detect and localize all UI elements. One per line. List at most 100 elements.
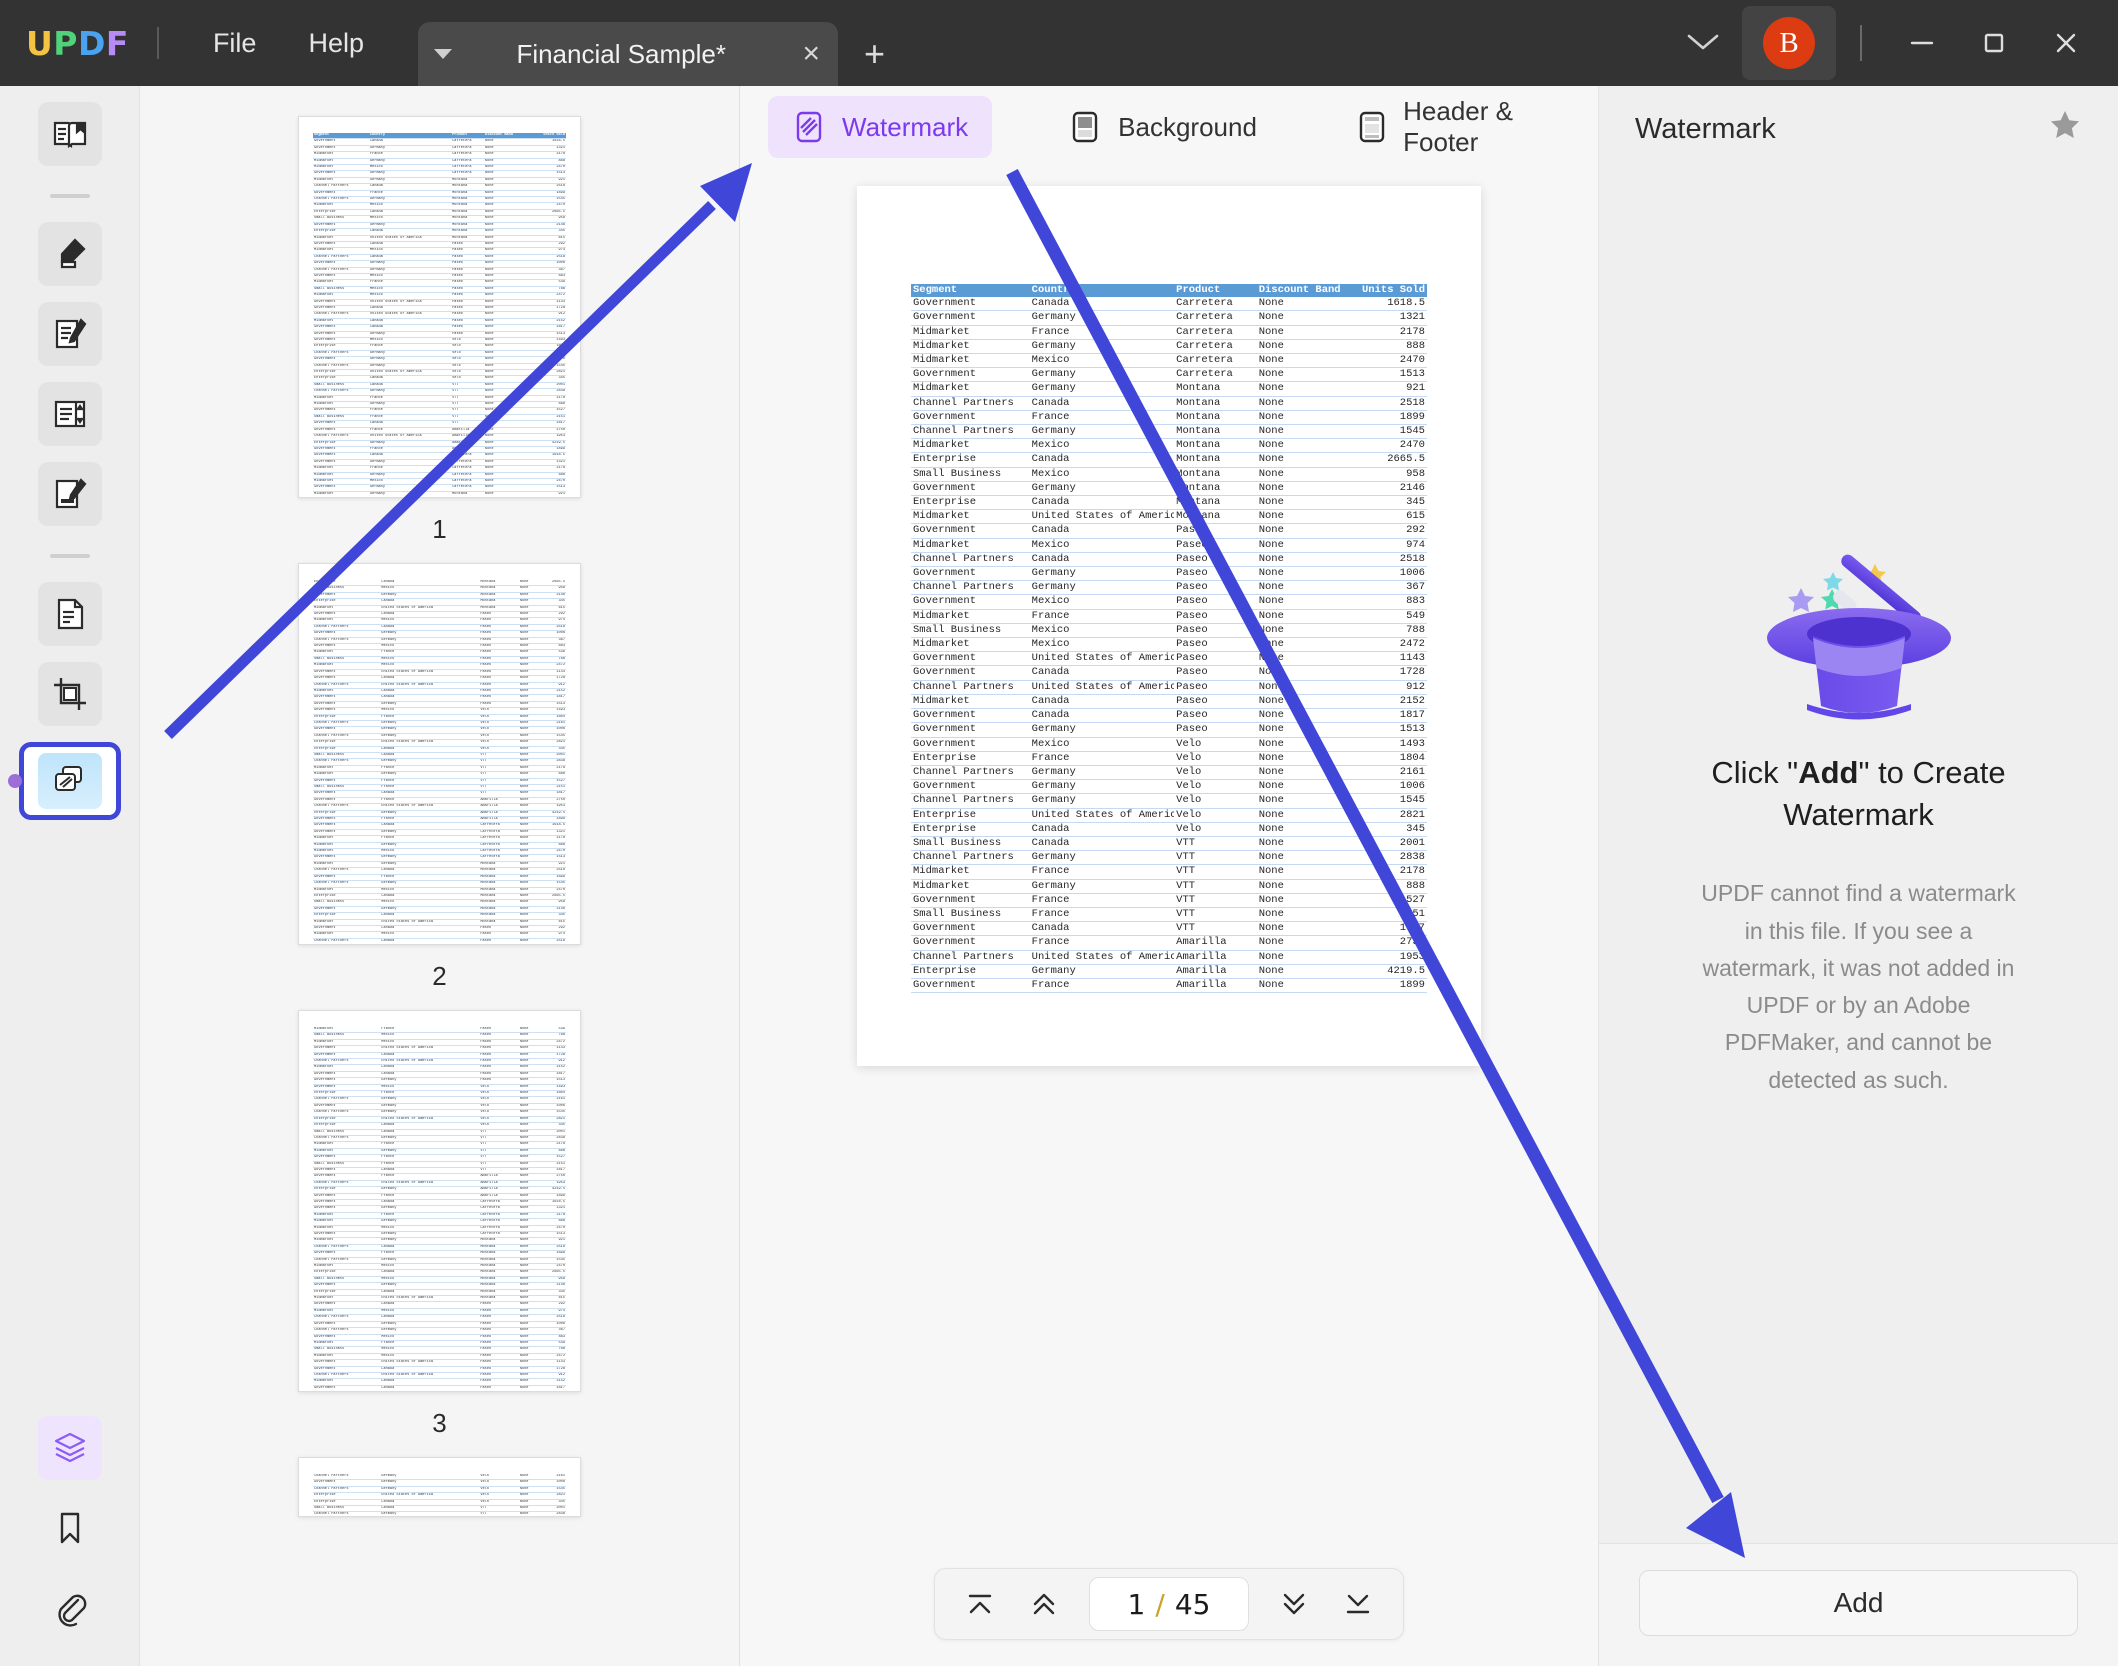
table-cell: 1728 [1344, 665, 1427, 681]
close-window-button[interactable] [2030, 13, 2102, 73]
table-cell: Velo [1174, 765, 1257, 781]
add-watermark-button[interactable]: Add [1639, 1570, 2078, 1636]
table-cell: Canada [1029, 836, 1175, 852]
new-tab-button[interactable]: + [864, 36, 885, 72]
table-cell: None [1256, 708, 1345, 724]
table-row: Channel Partners United States of America… [911, 950, 1427, 965]
table-cell: Government [911, 935, 1030, 951]
table-cell: 2665.5 [1344, 452, 1427, 468]
table-cell: Government [911, 665, 1030, 681]
sidebar-item-fill-and-sign[interactable] [37, 462, 102, 526]
document-tab[interactable]: Financial Sample* × [417, 22, 838, 86]
table-cell: Paseo [1174, 680, 1257, 695]
thumbnail-page-preview: Enterprise Canada Montana None 2665.5 Small B… [298, 563, 581, 945]
table-cell: France [1029, 410, 1175, 426]
table-cell: France [1029, 893, 1175, 908]
tab-background[interactable]: Background [1044, 96, 1281, 158]
table-cell: France [1029, 751, 1175, 766]
sidebar-item-bookmark[interactable] [38, 1496, 102, 1560]
menu-file[interactable]: File [187, 20, 283, 67]
tab-header-footer[interactable]: Header & Footer [1333, 85, 1598, 169]
sidebar-item-organize-pages[interactable] [37, 382, 102, 446]
thumbnail-item[interactable]: Channel Partners Germany Velo None 2161 Gover… [298, 1457, 581, 1517]
viewer-area: Watermark Background Header & Footer Seg… [740, 86, 1598, 1666]
thumbnail-item[interactable]: Midmarket France Paseo None 549 Small Busines… [298, 1010, 581, 1439]
sidebar-item-attachment[interactable] [38, 1576, 102, 1640]
table-cell: Enterprise [911, 751, 1030, 766]
table-cell: Canada [1029, 694, 1175, 710]
table-cell: Mexico [1029, 737, 1175, 752]
table-cell: 292 [1344, 523, 1427, 539]
chevron-down-icon[interactable] [1664, 20, 1742, 66]
page-number-input[interactable]: 1 / 45 [1089, 1577, 1249, 1631]
table-cell: None [1256, 467, 1345, 482]
table-cell: 2178 [1344, 325, 1427, 340]
table-cell: 2178 [1344, 864, 1427, 880]
jump-to-last-icon[interactable] [1329, 1578, 1387, 1630]
previous-page-icon[interactable] [1015, 1578, 1073, 1630]
thumbnail-item[interactable]: Segment Country Product Discount Band Units … [298, 116, 581, 545]
sidebar-item-reader[interactable] [37, 102, 102, 166]
table-cell: None [1256, 580, 1345, 596]
table-cell: Canada [1029, 552, 1175, 568]
pdf-page-viewport[interactable]: Segment Country Product Discount Band Units … [740, 168, 1598, 1666]
table-cell: Canada [1029, 396, 1175, 411]
table-cell: Channel Partners [911, 765, 1030, 781]
table-cell: 2161 [1344, 765, 1427, 781]
table-cell: Carretera [1174, 325, 1257, 340]
table-cell: Canada [1029, 665, 1175, 681]
jump-to-first-icon[interactable] [951, 1578, 1009, 1630]
maximize-window-button[interactable] [1958, 13, 2030, 73]
table-cell: Government [911, 566, 1030, 582]
table-cell: Paseo [1174, 594, 1257, 610]
table-cell: None [1256, 566, 1345, 582]
table-cell: Government [911, 310, 1030, 326]
table-cell: None [1256, 793, 1345, 809]
table-row: Midmarket Mexico Montana None 2470 [911, 438, 1427, 454]
page-thumbnail-panel[interactable]: Segment Country Product Discount Band Units … [140, 86, 740, 1666]
menu-help[interactable]: Help [282, 20, 390, 67]
table-cell: France [1029, 609, 1175, 624]
sidebar-item-edit-pdf[interactable] [37, 302, 102, 366]
tab-watermark[interactable]: Watermark [768, 96, 993, 158]
sidebar-item-comment[interactable] [37, 222, 102, 286]
table-cell: Channel Partners [911, 396, 1030, 411]
table-cell: Government [911, 367, 1030, 383]
table-cell: Government [911, 978, 1030, 994]
header-footer-icon [1357, 107, 1387, 147]
tab-strip: Financial Sample* × + [417, 0, 885, 86]
sidebar-item-layers[interactable] [37, 1416, 102, 1480]
table-row: Enterprise Canada Velo None 345 [911, 822, 1427, 837]
minimize-window-button[interactable] [1886, 13, 1958, 73]
table-cell: None [1256, 509, 1345, 525]
title-bar: UPDF File Help Financial Sample* × + B [0, 0, 2118, 86]
table-cell: VTT [1174, 864, 1257, 880]
sidebar-item-watermark[interactable] [7, 742, 121, 820]
table-row: Enterprise Canada Montana None 345 [911, 495, 1427, 511]
table-cell: Paseo [1174, 665, 1257, 681]
table-row: Government Germany Velo None 1006 [911, 779, 1427, 795]
table-cell: Mexico [1029, 467, 1175, 482]
page-navigation-bar[interactable]: 1 / 45 [934, 1568, 1404, 1640]
table-cell: Paseo [1174, 552, 1257, 568]
table-cell: 1545 [1344, 424, 1427, 440]
tab-watermark-label: Watermark [842, 111, 969, 142]
logo-letter-f: F [105, 23, 129, 63]
table-cell: VTT [1174, 850, 1257, 866]
table-cell: Canada [1029, 452, 1175, 468]
table-cell: 1899 [1344, 978, 1427, 994]
next-page-icon[interactable] [1265, 1578, 1323, 1630]
account-button[interactable]: B [1742, 6, 1836, 80]
sidebar-item-crop[interactable] [37, 662, 102, 726]
table-row: Channel Partners Germany Paseo None 367 [911, 580, 1427, 596]
table-cell: Paseo [1174, 538, 1257, 553]
sidebar-item-convert[interactable] [37, 582, 102, 646]
close-tab-icon[interactable]: × [802, 39, 820, 69]
table-cell: Germany [1029, 481, 1175, 497]
table-row: Channel Partners Canada Montana None 2518 [911, 396, 1427, 411]
thumbnail-item[interactable]: Enterprise Canada Montana None 2665.5 Small B… [298, 563, 581, 992]
caret-down-icon[interactable] [433, 49, 452, 59]
table-cell: Velo [1174, 808, 1257, 823]
table-cell: Government [911, 651, 1030, 667]
table-row: Government Germany Carretera None 1321 [911, 310, 1427, 326]
